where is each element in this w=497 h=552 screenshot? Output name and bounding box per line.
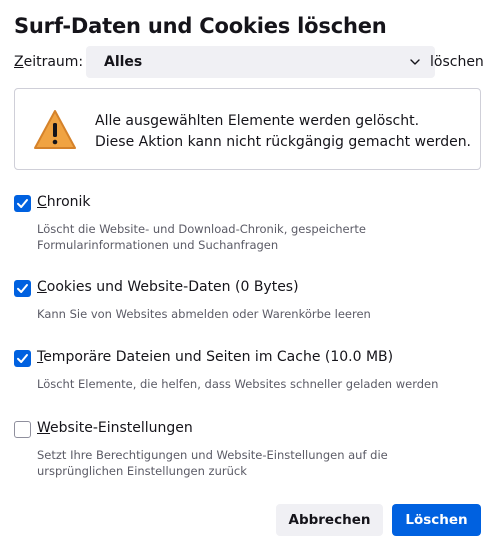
cancel-button[interactable]: Abbrechen (276, 504, 383, 536)
warning-triangle-icon (34, 110, 76, 149)
checkmark-icon (17, 354, 28, 363)
site-settings-desc-line-1: Setzt Ihre Berechtigungen und Website-Ei… (37, 448, 388, 462)
time-range-suffix: löschen (430, 54, 484, 70)
cache-checkbox[interactable] (14, 350, 31, 367)
cookies-accesskey: C (37, 279, 47, 295)
history-accesskey: C (37, 194, 47, 210)
site-settings-label: Website-Einstellungen (37, 420, 193, 436)
time-range-select[interactable]: Alles (86, 46, 435, 78)
time-range-row: Zeitraum: Alles löschen (14, 46, 484, 78)
time-range-label: Zeitraum: (14, 54, 83, 70)
cookies-description: Kann Sie von Websites abmelden oder Ware… (37, 306, 477, 322)
site-settings-checkbox[interactable] (14, 421, 31, 438)
checkmark-icon (17, 284, 28, 293)
history-checkbox[interactable] (14, 195, 31, 212)
site-settings-accesskey: W (37, 420, 51, 436)
history-description: Löscht die Website- und Download-Chronik… (37, 221, 477, 253)
cookies-desc-line-1: Kann Sie von Websites abmelden oder Ware… (37, 307, 371, 321)
cache-desc-line-1: Löscht Elemente, die helfen, dass Websit… (37, 377, 439, 391)
clear-history-dialog: Surf-Daten und Cookies löschen Zeitraum:… (0, 0, 497, 552)
warning-text: Alle ausgewählten Elemente werden gelösc… (95, 111, 471, 153)
time-range-label-rest: eitraum: (23, 54, 84, 70)
cookies-label: Cookies und Website-Daten (0 Bytes) (37, 279, 299, 295)
cache-label-rest: emporäre Dateien und Seiten im Cache (10… (43, 349, 394, 365)
chevron-down-icon (410, 59, 420, 65)
warning-box: Alle ausgewählten Elemente werden gelösc… (14, 88, 481, 170)
site-settings-label-rest: ebsite-Einstellungen (50, 420, 193, 436)
history-desc-line-1: Löscht die Website- und Download-Chronik… (37, 222, 366, 236)
history-label: Chronik (37, 194, 91, 210)
checkmark-icon (17, 199, 28, 208)
time-range-value: Alles (104, 54, 143, 70)
cache-description: Löscht Elemente, die helfen, dass Websit… (37, 376, 477, 392)
time-range-accesskey: Z (14, 54, 24, 70)
warning-line-1: Alle ausgewählten Elemente werden gelösc… (95, 113, 420, 129)
history-label-rest: hronik (46, 194, 91, 210)
cookies-checkbox[interactable] (14, 280, 31, 297)
cache-label: Temporäre Dateien und Seiten im Cache (1… (37, 349, 393, 365)
site-settings-desc-line-2: ursprünglichen Einstellungen zurück (37, 464, 247, 478)
cookies-label-rest: ookies und Website-Daten (0 Bytes) (46, 279, 299, 295)
dialog-title: Surf-Daten und Cookies löschen (14, 14, 387, 38)
warning-line-2: Diese Aktion kann nicht rückgängig gemac… (95, 134, 472, 150)
site-settings-description: Setzt Ihre Berechtigungen und Website-Ei… (37, 447, 477, 479)
history-desc-line-2: Formularinformationen und Suchanfragen (37, 238, 279, 252)
clear-now-button[interactable]: Löschen (392, 504, 481, 536)
